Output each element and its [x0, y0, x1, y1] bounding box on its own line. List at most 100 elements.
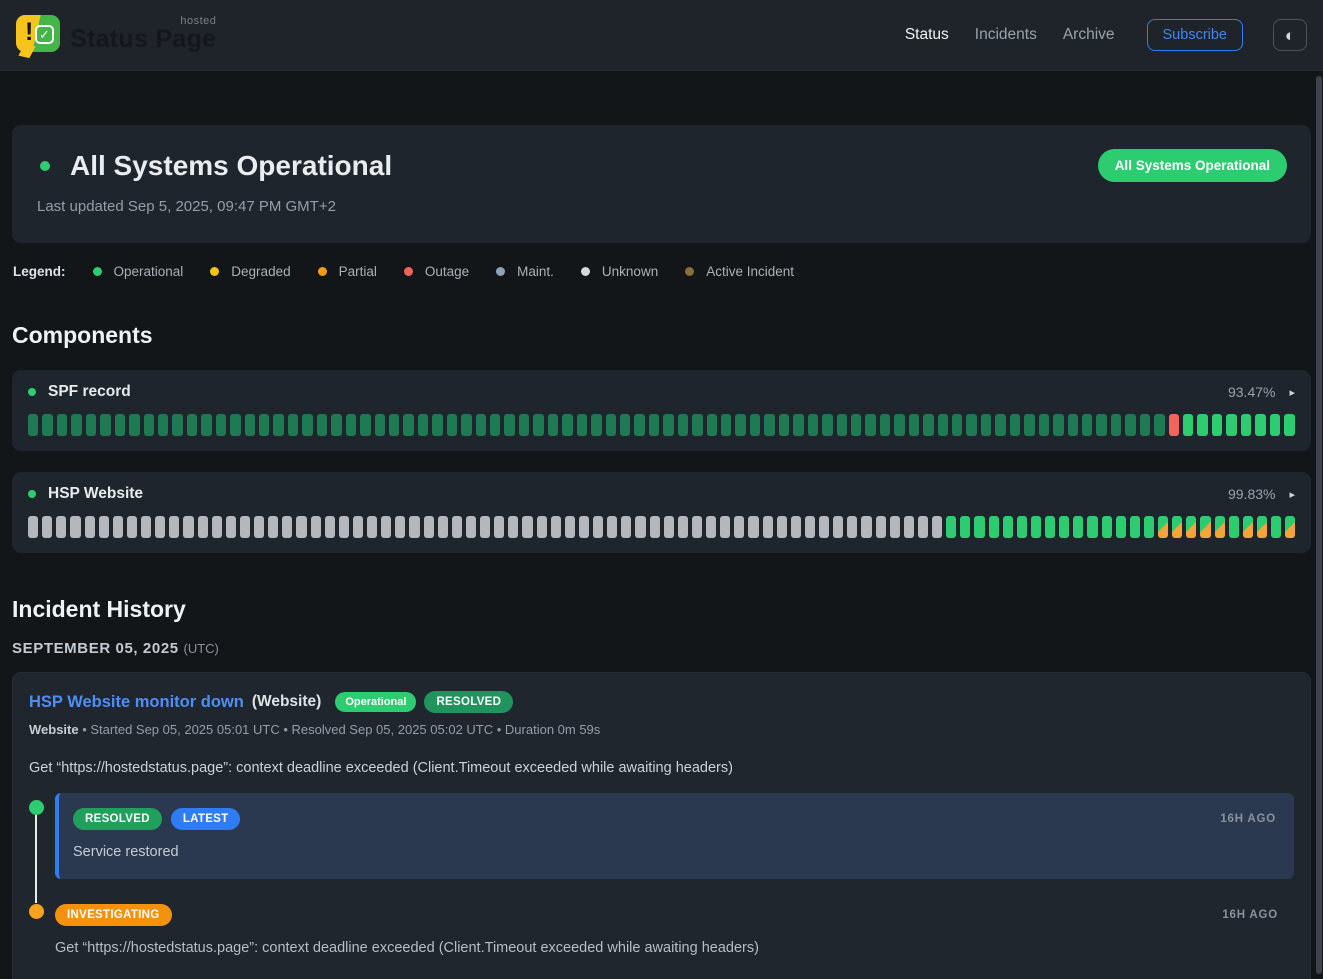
- uptime-day-bar[interactable]: [819, 516, 829, 538]
- uptime-day-bar[interactable]: [537, 516, 547, 538]
- uptime-day-bar[interactable]: [144, 414, 154, 436]
- uptime-day-bar[interactable]: [981, 414, 991, 436]
- uptime-day-bar[interactable]: [1031, 516, 1041, 538]
- uptime-day-bar[interactable]: [86, 414, 96, 436]
- uptime-day-bar[interactable]: [494, 516, 504, 538]
- uptime-day-bar[interactable]: [793, 414, 803, 436]
- uptime-day-bar[interactable]: [127, 516, 137, 538]
- uptime-day-bar[interactable]: [367, 516, 377, 538]
- uptime-day-bar[interactable]: [847, 516, 857, 538]
- uptime-day-bar[interactable]: [808, 414, 818, 436]
- uptime-day-bar[interactable]: [461, 414, 471, 436]
- uptime-day-bar[interactable]: [183, 516, 193, 538]
- uptime-day-bar[interactable]: [259, 414, 269, 436]
- uptime-day-bar[interactable]: [331, 414, 341, 436]
- uptime-day-bar[interactable]: [1125, 414, 1135, 436]
- uptime-day-bar[interactable]: [201, 414, 211, 436]
- uptime-day-bar[interactable]: [42, 414, 52, 436]
- uptime-day-bar[interactable]: [438, 516, 448, 538]
- subscribe-button[interactable]: Subscribe: [1147, 19, 1243, 51]
- uptime-day-bar[interactable]: [403, 414, 413, 436]
- uptime-day-bar[interactable]: [1144, 516, 1154, 538]
- uptime-day-bar[interactable]: [212, 516, 222, 538]
- theme-toggle-button[interactable]: ◐: [1273, 19, 1307, 51]
- uptime-day-bar[interactable]: [1073, 516, 1083, 538]
- uptime-day-bar[interactable]: [1212, 414, 1222, 436]
- uptime-day-bar[interactable]: [750, 414, 760, 436]
- uptime-day-bar[interactable]: [822, 414, 832, 436]
- uptime-day-bar[interactable]: [1140, 414, 1150, 436]
- uptime-day-bar[interactable]: [1087, 516, 1097, 538]
- uptime-day-bar[interactable]: [480, 516, 490, 538]
- uptime-day-bar[interactable]: [1082, 414, 1092, 436]
- uptime-day-bar[interactable]: [141, 516, 151, 538]
- uptime-day-bar[interactable]: [418, 414, 428, 436]
- uptime-day-bar[interactable]: [311, 516, 321, 538]
- uptime-day-bar[interactable]: [466, 516, 476, 538]
- nav-archive[interactable]: Archive: [1063, 26, 1115, 44]
- uptime-day-bar[interactable]: [952, 414, 962, 436]
- uptime-day-bar[interactable]: [1024, 414, 1034, 436]
- uptime-day-bar[interactable]: [777, 516, 787, 538]
- uptime-day-bar[interactable]: [593, 516, 603, 538]
- uptime-day-bar[interactable]: [678, 414, 688, 436]
- uptime-day-bar[interactable]: [678, 516, 688, 538]
- uptime-day-bar[interactable]: [476, 414, 486, 436]
- uptime-day-bar[interactable]: [735, 414, 745, 436]
- uptime-day-bar[interactable]: [226, 516, 236, 538]
- uptime-day-bar[interactable]: [172, 414, 182, 436]
- uptime-day-bar[interactable]: [1010, 414, 1020, 436]
- uptime-day-bar[interactable]: [1111, 414, 1121, 436]
- uptime-day-bar[interactable]: [1068, 414, 1078, 436]
- uptime-day-bar[interactable]: [519, 414, 529, 436]
- uptime-day-bar[interactable]: [565, 516, 575, 538]
- uptime-day-bar[interactable]: [960, 516, 970, 538]
- uptime-day-bar[interactable]: [99, 516, 109, 538]
- uptime-day-bar[interactable]: [1172, 516, 1182, 538]
- uptime-day-bar[interactable]: [1215, 516, 1225, 538]
- uptime-day-bar[interactable]: [1096, 414, 1106, 436]
- uptime-day-bar[interactable]: [1229, 516, 1239, 538]
- expand-arrow-icon[interactable]: ▸: [1289, 488, 1295, 501]
- uptime-day-bar[interactable]: [282, 516, 292, 538]
- uptime-day-bar[interactable]: [447, 414, 457, 436]
- uptime-day-bar[interactable]: [198, 516, 208, 538]
- uptime-day-bar[interactable]: [909, 414, 919, 436]
- uptime-day-bar[interactable]: [490, 414, 500, 436]
- uptime-day-bar[interactable]: [664, 516, 674, 538]
- uptime-day-bar[interactable]: [974, 516, 984, 538]
- uptime-day-bar[interactable]: [748, 516, 758, 538]
- uptime-day-bar[interactable]: [1154, 414, 1164, 436]
- uptime-day-bar[interactable]: [966, 414, 976, 436]
- uptime-day-bar[interactable]: [1158, 516, 1168, 538]
- uptime-day-bar[interactable]: [1285, 516, 1295, 538]
- uptime-day-bar[interactable]: [1255, 414, 1265, 436]
- expand-arrow-icon[interactable]: ▸: [1289, 386, 1295, 399]
- uptime-day-bar[interactable]: [1186, 516, 1196, 538]
- uptime-day-bar[interactable]: [837, 414, 847, 436]
- uptime-day-bar[interactable]: [508, 516, 518, 538]
- uptime-day-bar[interactable]: [1003, 516, 1013, 538]
- uptime-day-bar[interactable]: [1284, 414, 1294, 436]
- uptime-day-bar[interactable]: [375, 414, 385, 436]
- uptime-day-bar[interactable]: [904, 516, 914, 538]
- uptime-day-bar[interactable]: [1226, 414, 1236, 436]
- uptime-day-bar[interactable]: [1045, 516, 1055, 538]
- uptime-day-bar[interactable]: [1241, 414, 1251, 436]
- uptime-day-bar[interactable]: [918, 516, 928, 538]
- nav-incidents[interactable]: Incidents: [975, 26, 1037, 44]
- uptime-day-bar[interactable]: [288, 414, 298, 436]
- uptime-day-bar[interactable]: [548, 414, 558, 436]
- uptime-day-bar[interactable]: [851, 414, 861, 436]
- uptime-day-bar[interactable]: [634, 414, 644, 436]
- uptime-day-bar[interactable]: [791, 516, 801, 538]
- uptime-day-bar[interactable]: [606, 414, 616, 436]
- uptime-day-bar[interactable]: [187, 414, 197, 436]
- uptime-day-bar[interactable]: [1059, 516, 1069, 538]
- uptime-day-bar[interactable]: [389, 414, 399, 436]
- uptime-day-bar[interactable]: [424, 516, 434, 538]
- uptime-day-bar[interactable]: [923, 414, 933, 436]
- uptime-day-bar[interactable]: [946, 516, 956, 538]
- uptime-day-bar[interactable]: [522, 516, 532, 538]
- uptime-day-bar[interactable]: [129, 414, 139, 436]
